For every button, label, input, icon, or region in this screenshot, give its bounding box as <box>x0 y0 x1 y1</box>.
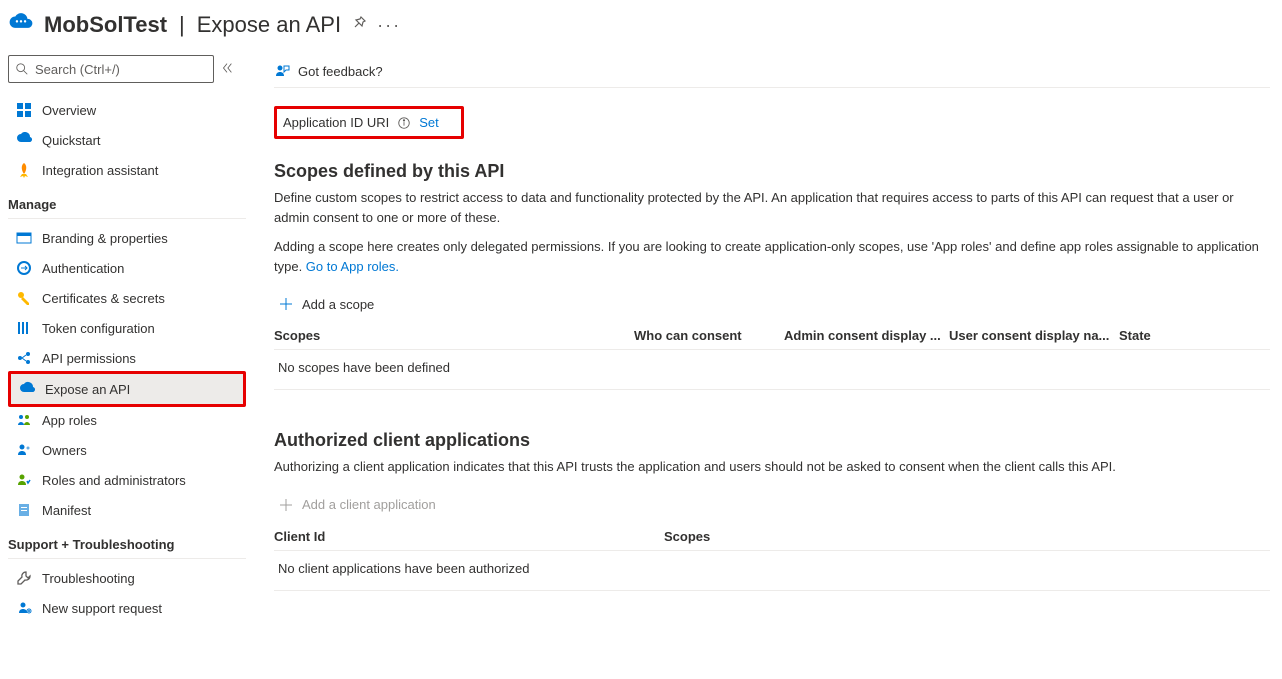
feedback-icon <box>274 63 290 79</box>
page-header: MobSolTest | Expose an API ··· <box>0 0 1282 45</box>
search-placeholder: Search (Ctrl+/) <box>35 62 120 77</box>
sidebar-item-exposeapi[interactable]: Expose an API <box>11 374 243 404</box>
sidebar-item-label: App roles <box>42 413 97 428</box>
sidebar-item-label: Authentication <box>42 261 124 276</box>
col-state: State <box>1119 328 1199 343</box>
scopes-empty-message: No scopes have been defined <box>274 350 1270 390</box>
scopes-table-header: Scopes Who can consent Admin consent dis… <box>274 322 1270 350</box>
collapse-sidebar-icon[interactable] <box>220 61 234 78</box>
sidebar-item-troubleshooting[interactable]: Troubleshooting <box>8 563 246 593</box>
rocket-icon <box>16 162 32 178</box>
main-content: Got feedback? Application ID URI Set Sco… <box>254 45 1282 643</box>
add-scope-label: Add a scope <box>302 297 374 312</box>
sidebar-item-branding[interactable]: Branding & properties <box>8 223 246 253</box>
more-icon[interactable]: ··· <box>377 16 401 34</box>
owners-icon <box>16 442 32 458</box>
quickstart-icon <box>16 132 32 148</box>
add-client-app-button: Add a client application <box>274 487 1270 523</box>
application-id-uri-row: Application ID URI Set <box>274 106 464 139</box>
approles-icon <box>16 412 32 428</box>
expose-icon <box>19 381 35 397</box>
info-icon[interactable] <box>397 116 411 130</box>
clients-desc: Authorizing a client application indicat… <box>274 457 1270 477</box>
clients-title: Authorized client applications <box>274 430 1270 451</box>
sidebar-item-certificates[interactable]: Certificates & secrets <box>8 283 246 313</box>
sidebar-item-label: Token configuration <box>42 321 155 336</box>
app-cloud-icon <box>8 10 34 39</box>
sidebar-item-quickstart[interactable]: Quickstart <box>8 125 246 155</box>
sidebar-item-label: Certificates & secrets <box>42 291 165 306</box>
feedback-link[interactable]: Got feedback? <box>274 57 1270 88</box>
key-icon <box>16 290 32 306</box>
wrench-icon <box>16 570 32 586</box>
sidebar-item-newsupport[interactable]: New support request <box>8 593 246 623</box>
sidebar-item-authentication[interactable]: Authentication <box>8 253 246 283</box>
sidebar-item-token[interactable]: Token configuration <box>8 313 246 343</box>
sidebar-item-label: Integration assistant <box>42 163 158 178</box>
sidebar-item-overview[interactable]: Overview <box>8 95 246 125</box>
sidebar-item-label: Overview <box>42 103 96 118</box>
col-user-consent: User consent display na... <box>949 328 1119 343</box>
col-client-scopes: Scopes <box>664 529 1270 544</box>
scopes-desc-2: Adding a scope here creates only delegat… <box>274 237 1270 276</box>
sidebar-item-label: Manifest <box>42 503 91 518</box>
sidebar-item-manifest[interactable]: Manifest <box>8 495 246 525</box>
sidebar-item-label: API permissions <box>42 351 136 366</box>
breadcrumb-separator: | <box>177 12 187 38</box>
sidebar-item-owners[interactable]: Owners <box>8 435 246 465</box>
col-admin-consent: Admin consent display ... <box>784 328 949 343</box>
sidebar-item-apipermissions[interactable]: API permissions <box>8 343 246 373</box>
col-client-id: Client Id <box>274 529 664 544</box>
feedback-label: Got feedback? <box>298 64 383 79</box>
app-id-uri-label: Application ID URI <box>283 115 389 130</box>
sidebar-item-rolesadmin[interactable]: Roles and administrators <box>8 465 246 495</box>
sidebar-item-label: Quickstart <box>42 133 101 148</box>
auth-icon <box>16 260 32 276</box>
section-support-header: Support + Troubleshooting <box>8 525 246 559</box>
scopes-title: Scopes defined by this API <box>274 161 1270 182</box>
add-client-label: Add a client application <box>302 497 436 512</box>
support-icon <box>16 600 32 616</box>
clients-empty-message: No client applications have been authori… <box>274 551 1270 591</box>
pin-icon[interactable] <box>351 15 367 34</box>
apiperm-icon <box>16 350 32 366</box>
sidebar-item-label: Expose an API <box>45 382 130 397</box>
search-input[interactable]: Search (Ctrl+/) <box>8 55 214 83</box>
sidebar-item-label: Owners <box>42 443 87 458</box>
sidebar-item-label: New support request <box>42 601 162 616</box>
sidebar: Search (Ctrl+/) Overview Quickstart Inte… <box>0 45 254 643</box>
go-to-app-roles-link[interactable]: Go to App roles. <box>306 259 399 274</box>
branding-icon <box>16 230 32 246</box>
rolesadmin-icon <box>16 472 32 488</box>
sidebar-item-label: Troubleshooting <box>42 571 135 586</box>
page-title: Expose an API <box>197 12 341 38</box>
col-scopes: Scopes <box>274 328 634 343</box>
add-scope-button[interactable]: Add a scope <box>274 286 1270 322</box>
sidebar-item-approles[interactable]: App roles <box>8 405 246 435</box>
sidebar-item-label: Branding & properties <box>42 231 168 246</box>
manifest-icon <box>16 502 32 518</box>
col-who-consent: Who can consent <box>634 328 784 343</box>
section-manage-header: Manage <box>8 185 246 219</box>
set-app-id-link[interactable]: Set <box>419 115 439 130</box>
clients-table-header: Client Id Scopes <box>274 523 1270 551</box>
overview-icon <box>16 102 32 118</box>
scopes-desc-1: Define custom scopes to restrict access … <box>274 188 1270 227</box>
sidebar-item-label: Roles and administrators <box>42 473 186 488</box>
token-icon <box>16 320 32 336</box>
sidebar-item-integration[interactable]: Integration assistant <box>8 155 246 185</box>
app-name: MobSolTest <box>44 12 167 38</box>
